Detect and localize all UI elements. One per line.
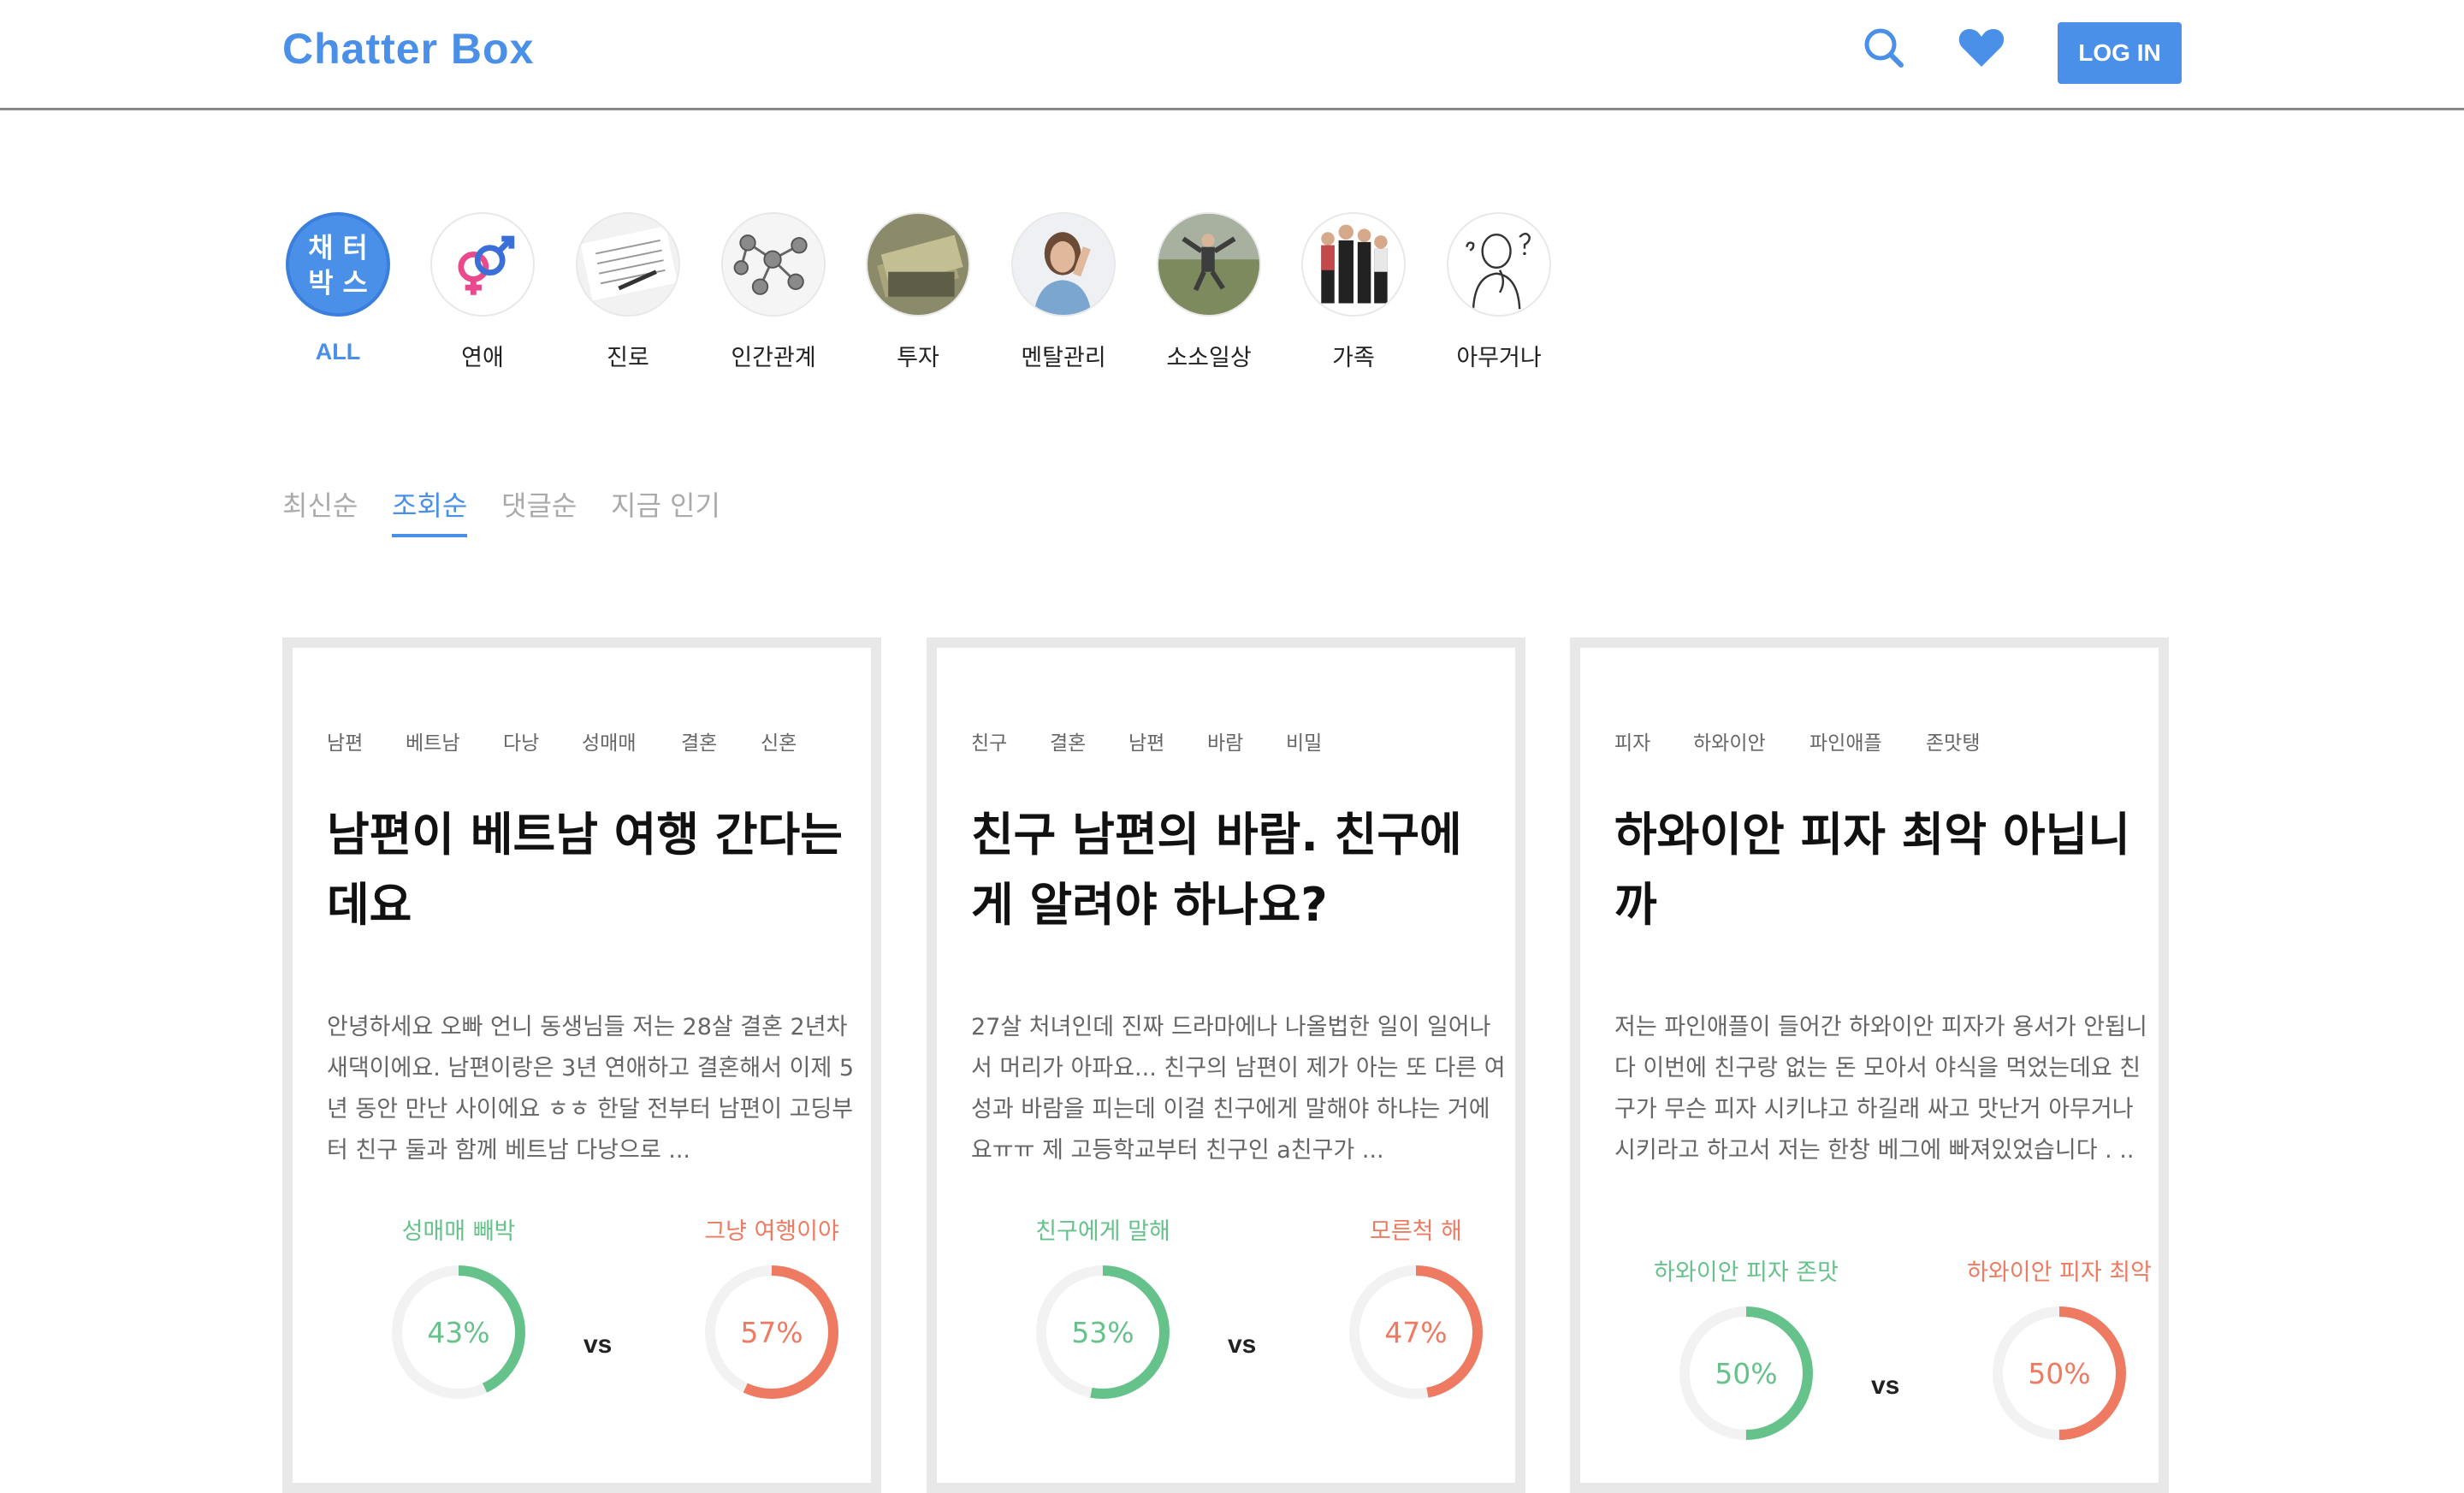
sort-tab-trending[interactable]: 지금 인기 [611,484,720,534]
vote-percent: 50% [1715,1357,1777,1390]
category-label: 연애 [461,345,504,371]
post-title-line: 데요 [327,878,412,932]
category-label: 아무거나 [1456,345,1542,371]
category-career[interactable]: 진로 [572,212,684,372]
category-label: ALL [315,339,361,364]
category-family[interactable]: 가족 [1298,212,1409,372]
badge-line1: 채 터 [308,234,368,264]
post-title-line: 하와이안 피자 최악 아닙니 [1614,808,2130,862]
tag[interactable]: 존맛탱 [1926,726,1980,755]
category-all[interactable]: 채 터 박 스 ALL [282,212,394,365]
category-label: 진로 [607,345,649,371]
tag[interactable]: 성매매 [582,726,636,755]
post-title[interactable]: 친구 남편의 바람. 친구에 게 알려야 하나요? [971,800,1502,940]
login-button[interactable]: LOG IN [2058,22,2182,84]
vote-donut: 57% [705,1265,838,1399]
vote-donut: 53% [1036,1265,1170,1399]
category-relationships[interactable]: 인간관계 [718,212,829,372]
site-logo[interactable]: Chatter Box [282,24,534,74]
vote-option-left[interactable]: 친구에게 말해 53% [983,1212,1223,1435]
category-daily[interactable]: 소소일상 [1153,212,1265,372]
post-card[interactable]: 친구 결혼 남편 바람 비밀 친구 남편의 바람. 친구에 게 알려야 하나요?… [927,637,1525,1493]
vote-percent: 53% [1071,1316,1134,1349]
heart-icon[interactable] [1956,22,2007,74]
category-label: 멘탈관리 [1021,345,1106,371]
vote-option-right[interactable]: 하와이안 피자 최악 50% [1940,1253,2179,1476]
vote-donut: 43% [392,1265,525,1399]
tag[interactable]: 다낭 [503,726,539,755]
tag[interactable]: 하와이안 [1693,726,1766,755]
vote-percent: 47% [1384,1316,1447,1349]
sort-tab-comments[interactable]: 댓글순 [501,484,577,534]
tag[interactable]: 신혼 [761,726,797,755]
post-title-line: 남편이 베트남 여행 간다는 [327,808,843,862]
vote-option-left[interactable]: 성매매 빼박 43% [339,1212,578,1435]
thinking-man-icon [1447,212,1551,317]
tag[interactable]: 바람 [1207,726,1243,755]
category-love[interactable]: 연애 [427,212,538,372]
vote-label: 하와이안 피자 최악 [1967,1259,2152,1286]
family-icon [1301,212,1406,317]
jumping-person-icon [1157,212,1261,317]
category-label: 가족 [1332,345,1375,371]
tag[interactable]: 친구 [971,726,1007,755]
vote-donut: 47% [1349,1265,1483,1399]
network-icon [721,212,826,317]
search-icon[interactable] [1858,22,1910,74]
vote-label: 하와이안 피자 존맛 [1654,1259,1839,1286]
vote-donut: 50% [1679,1306,1813,1440]
post-title-line: 까 [1614,878,1657,932]
sort-tab-views[interactable]: 조회순 [392,484,468,537]
vote-percent: 50% [2028,1357,2090,1390]
sort-tab-latest[interactable]: 최신순 [282,484,358,534]
tag[interactable]: 결혼 [681,726,717,755]
tag[interactable]: 결혼 [1050,726,1086,755]
gender-symbols-icon [430,212,535,317]
category-label: 투자 [897,345,939,371]
vote-percent: 43% [427,1316,489,1349]
money-icon [866,212,970,317]
vote-label: 그냥 여행이야 [704,1218,839,1245]
vote-label: 모른척 해 [1370,1218,1462,1245]
tag[interactable]: 피자 [1614,726,1650,755]
post-title[interactable]: 하와이안 피자 최악 아닙니 까 [1614,800,2145,940]
post-title-line: 친구 남편의 바람. 친구에 [971,808,1462,862]
category-label: 소소일상 [1166,345,1252,371]
post-title[interactable]: 남편이 베트남 여행 간다는 데요 [327,800,857,940]
vote-option-right[interactable]: 모른척 해 47% [1296,1212,1536,1435]
post-card[interactable]: 남편 베트남 다낭 성매매 결혼 신혼 남편이 베트남 여행 간다는 데요 안녕… [282,637,881,1493]
vote-label: 친구에게 말해 [1035,1218,1170,1245]
post-excerpt: 27살 처녀인데 진짜 드라마에나 나올법한 일이 일어나서 머리가 아파요..… [971,1014,1506,1164]
stressed-woman-icon [1011,212,1116,317]
category-anything[interactable]: 아무거나 [1443,212,1555,372]
vote-percent: 57% [740,1316,803,1349]
tag[interactable]: 파인애플 [1810,726,1882,755]
employment-application-icon [576,212,680,317]
tag[interactable]: 남편 [327,726,363,755]
tag[interactable]: 남편 [1128,726,1164,755]
top-header: Chatter Box LOG IN [0,0,2464,110]
post-excerpt: 저는 파인애플이 들어간 하와이안 피자가 용서가 안됩니다 이번에 친구랑 없… [1614,1014,2147,1164]
badge-line2: 박 스 [308,269,368,299]
post-title-line: 게 알려야 하나요? [971,878,1328,932]
vote-donut: 50% [1993,1306,2126,1440]
category-investment[interactable]: 투자 [862,212,974,372]
vs-label: vs [583,1330,613,1359]
vote-label: 성매매 빼박 [401,1218,516,1245]
vote-option-right[interactable]: 그냥 여행이야 57% [652,1212,891,1435]
tag[interactable]: 비밀 [1286,726,1322,755]
post-excerpt: 안녕하세요 오빠 언니 동생님들 저는 28살 결혼 2년차 새댁이에요. 남편… [327,1014,855,1164]
vote-option-left[interactable]: 하와이안 피자 존맛 50% [1626,1253,1866,1476]
vs-label: vs [1871,1372,1900,1400]
category-label: 인간관계 [731,345,816,371]
chatterbox-badge-icon: 채 터 박 스 [286,212,390,317]
category-mental[interactable]: 멘탈관리 [1008,212,1119,372]
tag[interactable]: 베트남 [406,726,459,755]
post-card[interactable]: 피자 하와이안 파인애플 존맛탱 하와이안 피자 최악 아닙니 까 저는 파인애… [1570,637,2169,1493]
vs-label: vs [1228,1330,1257,1359]
